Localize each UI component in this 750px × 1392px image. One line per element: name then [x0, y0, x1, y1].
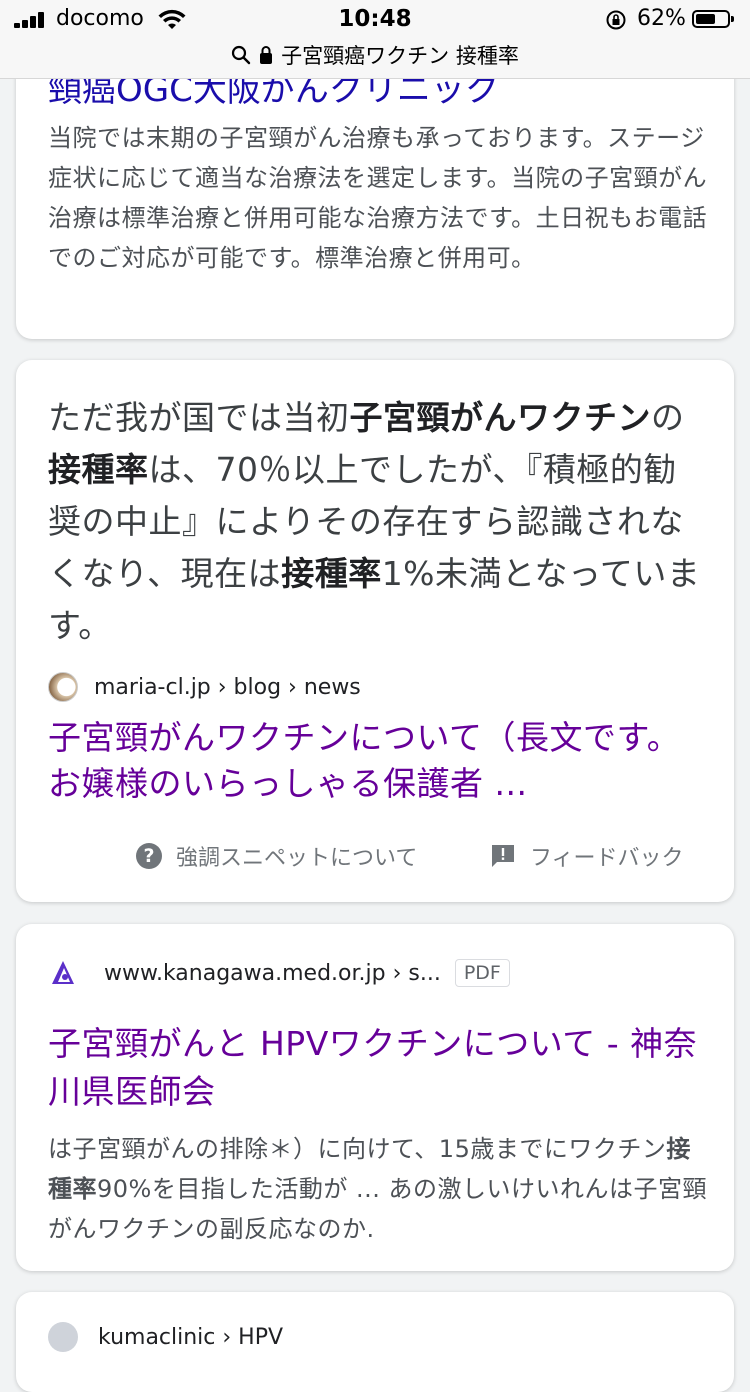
site-favicon: [48, 1322, 78, 1352]
result-title-link[interactable]: 子宮頸がんワクチンについて（長文です。お嬢様のいらっしゃる保護者 ...: [48, 715, 708, 807]
site-favicon: [48, 672, 78, 702]
about-featured-snippets-link[interactable]: ? 強調スニペットについて: [136, 840, 417, 872]
url-bar[interactable]: 子宮頸癌ワクチン 接種率: [0, 40, 750, 70]
featured-snippet-card: ただ我が国では当初子宮頸がんワクチンの接種率は、70％以上でしたが、『積極的勧奨…: [16, 360, 734, 902]
feedback-link[interactable]: フィードバック: [490, 840, 684, 872]
result-url: maria-cl.jp › blog › news: [94, 674, 361, 700]
result-cite[interactable]: maria-cl.jp › blog › news: [48, 672, 361, 702]
search-result-card: 頸癌OGC大阪がんクリニック 当院では末期の子宮頸がん治療も承っております。ステ…: [16, 40, 734, 339]
help-icon: ?: [136, 843, 162, 869]
result-url: kumaclinic › HPV: [98, 1324, 284, 1350]
lock-icon: [260, 46, 273, 64]
battery-fill: [696, 14, 715, 24]
search-result-card: www.kanagawa.med.or.jp › s... PDF 子宮頸がんと…: [16, 924, 734, 1271]
battery-percent: 62%: [637, 6, 686, 31]
site-favicon: [52, 961, 74, 984]
pdf-badge: PDF: [454, 959, 510, 987]
rotation-lock-icon: [606, 10, 626, 30]
result-cite[interactable]: kumaclinic › HPV: [48, 1322, 283, 1352]
battery-icon: [692, 10, 734, 28]
search-result-card: kumaclinic › HPV: [16, 1292, 734, 1392]
search-icon: [232, 45, 251, 65]
url-query-text: 子宮頸癌ワクチン 接種率: [281, 44, 519, 68]
snippet-footer: ? 強調スニペットについて フィードバック: [16, 840, 734, 876]
result-cite[interactable]: www.kanagawa.med.or.jp › s... PDF: [48, 958, 510, 988]
featured-snippet-text: ただ我が国では当初子宮頸がんワクチンの接種率は、70％以上でしたが、『積極的勧奨…: [48, 398, 701, 645]
result-snippet: は子宮頸がんの排除＊）に向けて、15歳までにワクチン接種率90%を目指した活動が…: [48, 1135, 707, 1243]
result-url: www.kanagawa.med.or.jp › s...: [104, 960, 441, 986]
feedback-icon: [492, 845, 514, 867]
result-title-link[interactable]: 子宮頸がんと HPVワクチンについて - 神奈川県医師会: [48, 1020, 708, 1116]
result-snippet: 当院では末期の子宮頸がん治療も承っております。ステージ症状に応じて適当な治療法を…: [48, 124, 708, 272]
status-bar: docomo 10:48 62% 子宮頸癌ワクチン 接種率: [0, 0, 750, 79]
